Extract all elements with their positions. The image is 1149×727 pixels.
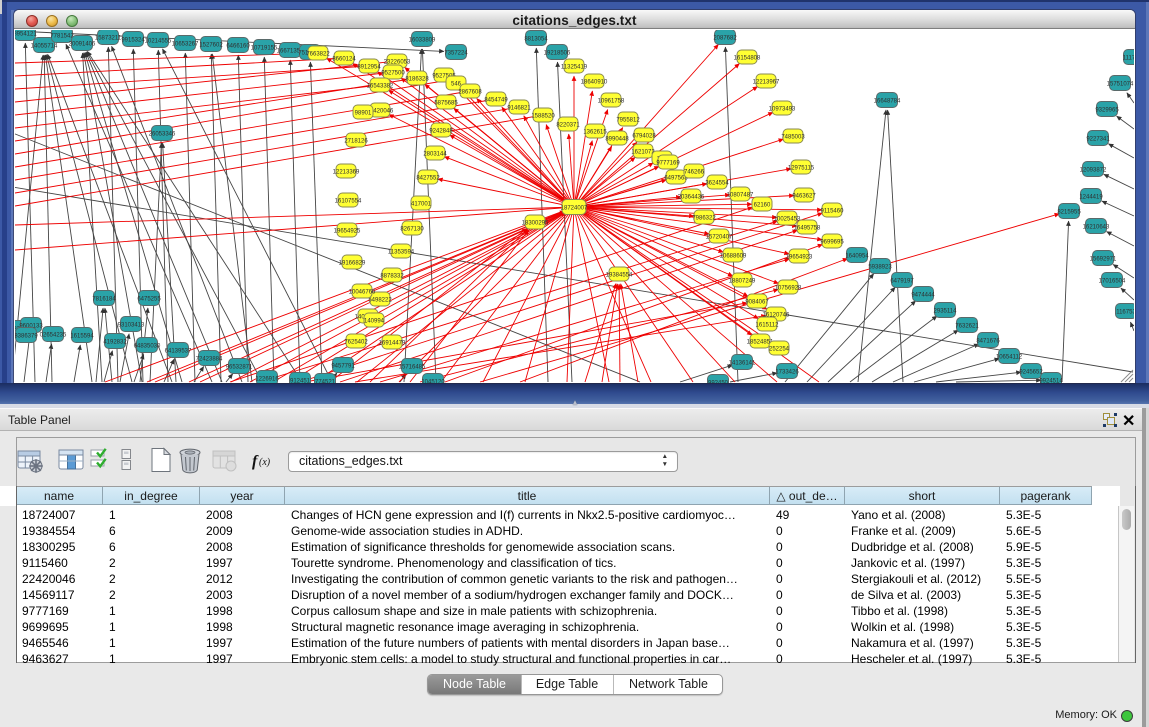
svg-text:1117450: 1117450 (1123, 55, 1134, 61)
